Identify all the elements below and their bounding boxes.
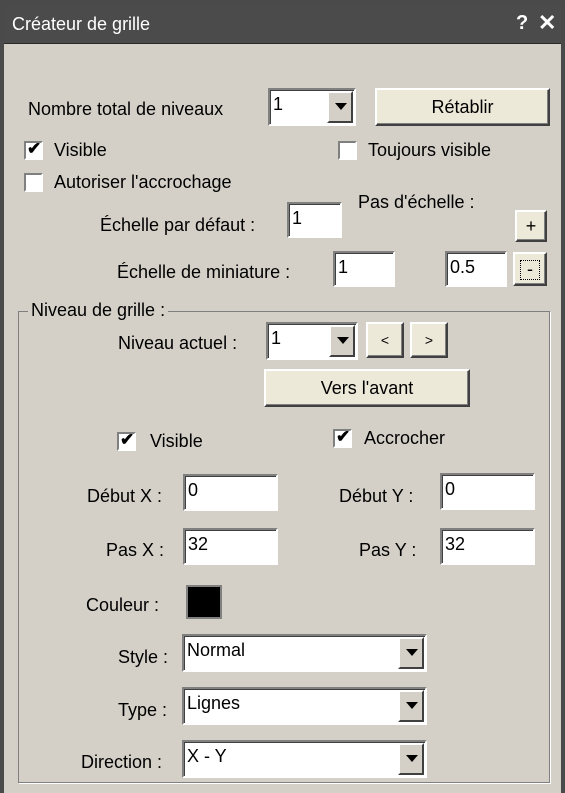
scale-step-minus-button[interactable]: - <box>513 252 547 286</box>
levels-value: 1 <box>273 94 284 114</box>
color-swatch[interactable] <box>186 585 222 619</box>
chevron-down-icon[interactable] <box>398 690 424 722</box>
chevron-down-icon[interactable] <box>398 743 424 775</box>
start-x-label: Début X : <box>87 486 163 506</box>
thumbnail-scale-label: Échelle de miniature : <box>117 262 291 282</box>
direction-label: Direction : <box>81 752 163 772</box>
bring-forward-button[interactable]: Vers l'avant <box>264 369 470 407</box>
chevron-down-icon[interactable] <box>398 637 424 669</box>
help-icon[interactable]: ? <box>516 12 528 35</box>
start-y-label: Début Y : <box>339 486 414 506</box>
current-level-select[interactable]: 1 <box>266 322 358 360</box>
chevron-down-icon[interactable] <box>329 325 355 357</box>
visible-label: Visible <box>54 140 107 160</box>
allow-snap-checkbox[interactable] <box>24 173 43 192</box>
step-y-label: Pas Y : <box>359 540 417 560</box>
previous-level-button[interactable]: < <box>366 322 404 358</box>
scale-step-minus-label: - <box>520 260 540 280</box>
style-select[interactable]: Normal <box>182 634 427 672</box>
scale-step-input[interactable]: 0.5 <box>445 251 507 287</box>
title-bar[interactable]: Créateur de grille ? ✕ <box>4 5 561 44</box>
check-icon: ✔ <box>120 430 135 449</box>
scale-step-plus-button[interactable]: + <box>515 210 547 242</box>
style-label: Style : <box>118 647 169 667</box>
type-select[interactable]: Lignes <box>182 687 427 725</box>
type-value: Lignes <box>187 693 241 713</box>
snap-checkbox[interactable]: ✔ <box>333 427 352 448</box>
step-x-label: Pas X : <box>106 540 165 560</box>
reset-button[interactable]: Rétablir <box>375 88 550 126</box>
start-y-input[interactable]: 0 <box>440 473 535 510</box>
direction-value: X - Y <box>187 746 227 766</box>
start-x-input[interactable]: 0 <box>183 474 278 511</box>
close-icon[interactable]: ✕ <box>538 10 556 36</box>
type-label: Type : <box>118 700 168 720</box>
scale-step-label: Pas d'échelle : <box>358 192 475 212</box>
grid-level-group-title: Niveau de grille : <box>28 300 169 321</box>
allow-snap-label: Autoriser l'accrochage <box>54 172 232 192</box>
check-icon: ✔ <box>336 427 351 446</box>
levels-select[interactable]: 1 <box>268 88 356 126</box>
thumbnail-scale-input[interactable]: 1 <box>333 251 395 287</box>
default-scale-input[interactable]: 1 <box>287 202 342 238</box>
level-visible-checkbox[interactable]: ✔ <box>117 430 136 451</box>
step-y-input[interactable]: 32 <box>440 528 535 565</box>
check-icon: ✔ <box>27 139 42 158</box>
visible-checkbox[interactable]: ✔ <box>24 139 43 160</box>
levels-label: Nombre total de niveaux <box>28 99 224 119</box>
current-level-value: 1 <box>271 328 282 348</box>
style-value: Normal <box>187 640 246 660</box>
default-scale-label: Échelle par défaut : <box>100 215 256 235</box>
window-title: Créateur de grille <box>12 14 151 34</box>
step-x-input[interactable]: 32 <box>183 528 278 565</box>
color-label: Couleur : <box>86 595 160 615</box>
next-level-button[interactable]: > <box>410 322 448 358</box>
current-level-label: Niveau actuel : <box>118 333 238 353</box>
snap-label: Accrocher <box>364 428 446 448</box>
chevron-down-icon[interactable] <box>327 91 353 123</box>
always-visible-checkbox[interactable] <box>338 141 357 160</box>
level-visible-label: Visible <box>150 431 203 451</box>
direction-select[interactable]: X - Y <box>182 740 427 778</box>
always-visible-label: Toujours visible <box>368 140 492 160</box>
